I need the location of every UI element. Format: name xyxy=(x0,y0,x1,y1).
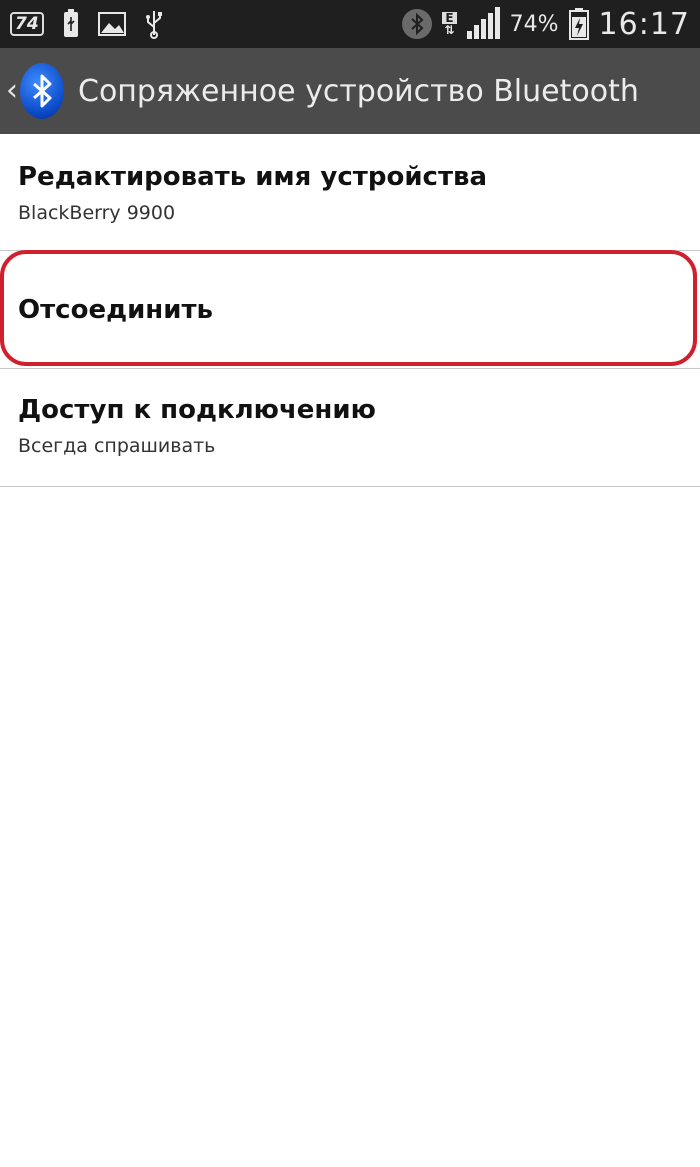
bluetooth-logo-icon[interactable] xyxy=(20,63,64,119)
list-item-subtitle: Всегда спрашивать xyxy=(18,435,216,457)
list-item-title: Доступ к подключению xyxy=(18,395,376,425)
clock: 16:17 xyxy=(598,6,690,42)
image-icon xyxy=(97,12,126,36)
list-item-subtitle: BlackBerry 9900 xyxy=(18,202,176,224)
data-arrows-icon: ⇅ xyxy=(444,23,455,37)
status-bar-left: 74 xyxy=(10,9,164,39)
notification-count-icon: 74 xyxy=(10,12,44,36)
list-item-title: Редактировать имя устройства xyxy=(18,162,488,192)
settings-list: Редактировать имя устройства BlackBerry … xyxy=(0,134,700,487)
action-bar: ‹ Сопряженное устройство Bluetooth xyxy=(0,48,700,134)
list-item-rename-device[interactable]: Редактировать имя устройства BlackBerry … xyxy=(0,134,700,251)
status-bar-right: E ⇅ 74% 16:17 xyxy=(402,7,690,42)
bluetooth-icon xyxy=(402,9,433,39)
usb-debug-icon xyxy=(144,9,164,39)
battery-percent: 74% xyxy=(509,11,559,37)
page-title: Сопряженное устройство Bluetooth xyxy=(78,73,639,109)
chevron-left-icon[interactable]: ‹ xyxy=(6,76,18,106)
signal-icon xyxy=(466,7,500,39)
battery-charging-icon xyxy=(568,8,589,40)
network-e-icon: E ⇅ xyxy=(442,12,457,37)
list-item-connection-access[interactable]: Доступ к подключению Всегда спрашивать xyxy=(0,369,700,487)
status-bar: 74 E ⇅ 74% 16:17 xyxy=(0,0,700,48)
usb-icon xyxy=(62,9,80,39)
highlight-outline xyxy=(0,250,697,366)
